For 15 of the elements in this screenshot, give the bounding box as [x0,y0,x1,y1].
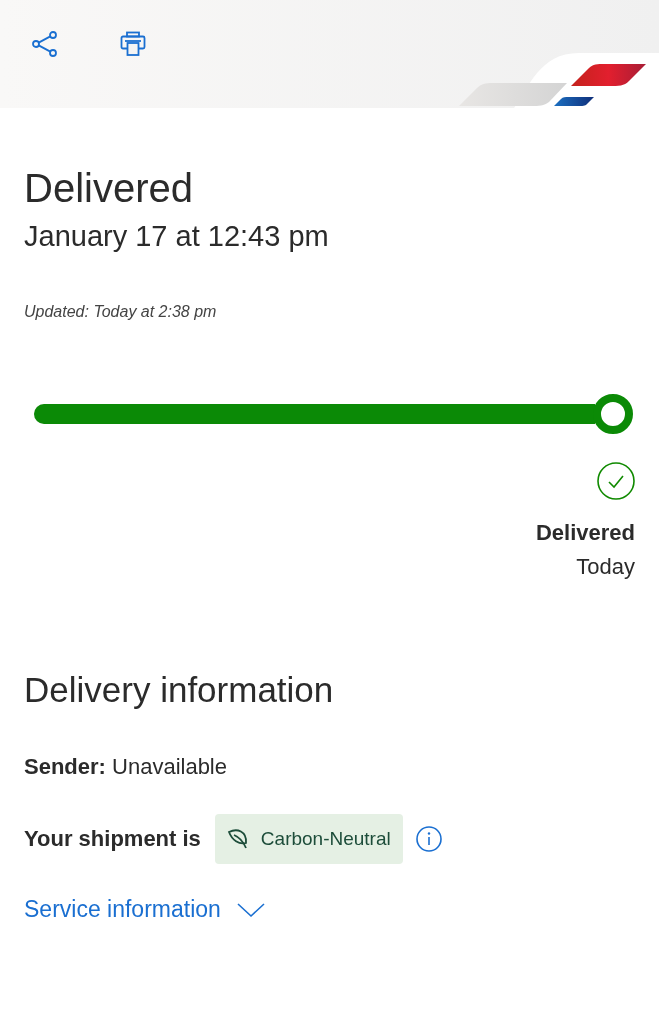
shipment-label: Your shipment is [24,826,201,852]
service-information-toggle[interactable]: Service information [24,896,265,923]
delivery-datetime: January 17 at 12:43 pm [24,220,330,253]
milestone-date: Today [576,554,635,580]
status-title: Delivered [24,166,194,210]
print-icon[interactable] [119,30,147,58]
milestone-label: Delivered [535,520,635,546]
progress-end-marker [593,394,633,434]
badge-text: Carbon-Neutral [260,828,391,850]
sender-text: Sender: Unavailable [24,754,228,780]
share-icon[interactable] [31,30,59,58]
updated-time: Updated: Today at 2:38 pm [24,303,218,321]
chevron-icon [236,901,265,918]
info-icon[interactable] [415,826,442,852]
section-heading: Delivery information [24,670,335,710]
